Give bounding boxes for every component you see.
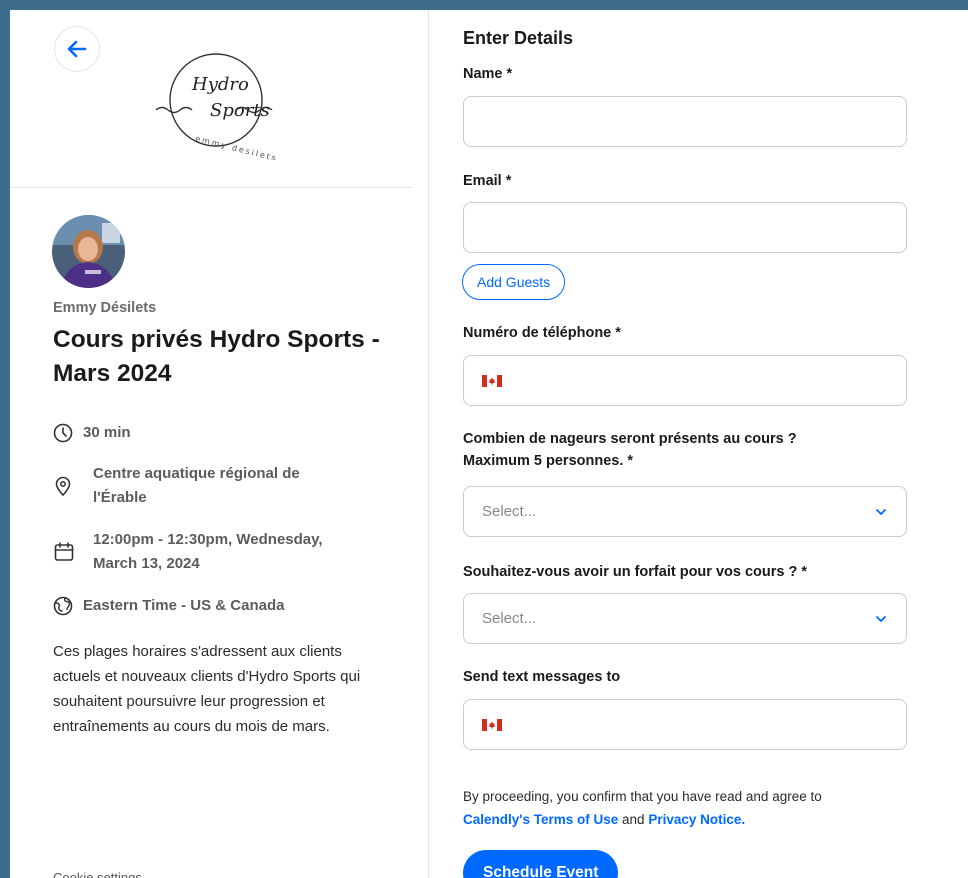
sms-phone-field[interactable] [463, 699, 907, 750]
name-label: Name * [463, 66, 513, 82]
package-select-value: Select... [482, 610, 537, 627]
canada-flag-icon[interactable] [482, 718, 502, 731]
swimmers-label-line2: Maximum 5 personnes. * [463, 453, 634, 469]
location-pin-icon [55, 476, 71, 497]
event-description: Ces plages horaires s'adressent aux clie… [53, 643, 361, 735]
avatar [52, 215, 125, 288]
terms-link[interactable]: Calendly's Terms of Use [463, 812, 618, 827]
header-divider [10, 187, 412, 188]
back-arrow-icon [67, 40, 87, 58]
swimmers-select[interactable]: Select... [463, 486, 907, 537]
organizer-name: Emmy Désilets [53, 300, 157, 316]
phone-label: Numéro de téléphone * [463, 325, 621, 341]
details-form: Enter Details Name * Email * Add Guests … [429, 10, 968, 878]
duration-row: 30 min [53, 421, 131, 445]
event-info-panel: Hydro Sports emmy desilets Emmy Désilets… [10, 10, 429, 878]
location-line1: Centre aquatique régional de [93, 465, 300, 482]
hydro-sports-logo: Hydro Sports emmy desilets [155, 53, 279, 160]
clock-icon [53, 423, 73, 443]
email-label: Email * [463, 173, 512, 189]
datetime-line2: March 13, 2024 [93, 555, 200, 572]
terms-prefix: By proceeding, you confirm that you have… [463, 789, 822, 804]
privacy-link[interactable]: Privacy Notice. [648, 812, 745, 827]
datetime-line1: 12:00pm - 12:30pm, Wednesday, [93, 531, 323, 548]
swimmers-label: Combien de nageurs seront présents au co… [463, 428, 797, 472]
terms-and: and [622, 812, 645, 827]
phone-field[interactable] [463, 355, 907, 406]
package-select[interactable]: Select... [463, 593, 907, 644]
email-field[interactable] [463, 202, 907, 253]
cookie-settings-link[interactable]: Cookie settings [53, 870, 142, 878]
location-line2: l'Érable [93, 489, 147, 506]
timezone-row: Eastern Time - US & Canada [53, 594, 284, 618]
sms-label: Send text messages to [463, 669, 621, 685]
logo-line2: Sports [210, 100, 270, 121]
schedule-event-button[interactable]: Schedule Event [463, 850, 619, 878]
booking-card: Hydro Sports emmy desilets Emmy Désilets… [10, 10, 968, 878]
chevron-down-icon [876, 615, 886, 622]
datetime-row: 12:00pm - 12:30pm, Wednesday, March 13, … [53, 528, 323, 576]
event-title: Cours privés Hydro Sports - Mars 2024 [53, 326, 380, 387]
location-row: Centre aquatique régional de l'Érable [53, 462, 300, 510]
globe-icon [53, 596, 73, 616]
calendar-icon [54, 542, 74, 561]
back-button[interactable] [54, 26, 100, 72]
duration-text: 30 min [83, 424, 131, 441]
form-title: Enter Details [463, 28, 574, 48]
canada-flag-icon[interactable] [482, 374, 502, 387]
swimmers-label-line1: Combien de nageurs seront présents au co… [463, 431, 797, 447]
add-guests-button[interactable]: Add Guests [462, 264, 566, 300]
swimmers-select-value: Select... [482, 503, 537, 520]
timezone-text: Eastern Time - US & Canada [83, 597, 285, 614]
package-label: Souhaitez-vous avoir un forfait pour vos… [463, 564, 808, 580]
name-field[interactable] [463, 96, 907, 147]
logo-subtitle: emmy desilets [194, 134, 278, 160]
logo-line1: Hydro [191, 74, 249, 95]
terms-notice: By proceeding, you confirm that you have… [463, 785, 913, 831]
chevron-down-icon [876, 508, 886, 515]
